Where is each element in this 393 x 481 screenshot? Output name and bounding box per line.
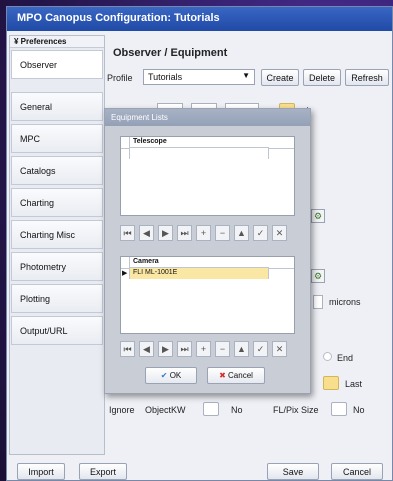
insert-record-icon[interactable]: +	[196, 341, 211, 357]
preferences-sidebar: ¥ Preferences Observer General MPC Catal…	[9, 35, 105, 455]
equipment-lists-dialog: Equipment Lists Telescope ⏮ ◀ ▶ ⏭ + − ▲ …	[104, 108, 311, 394]
next-record-icon[interactable]: ▶	[158, 225, 173, 241]
camera-navigator: ⏮ ◀ ▶ ⏭ + − ▲ ✓ ✕	[120, 341, 295, 358]
create-button[interactable]: Create	[261, 69, 299, 86]
microns-label: microns	[329, 297, 361, 307]
flpix-toggle[interactable]	[331, 402, 347, 416]
cancel-record-icon[interactable]: ✕	[272, 225, 287, 241]
current-row-arrow-icon: ▶	[122, 270, 128, 277]
prior-record-icon[interactable]: ◀	[139, 225, 154, 241]
prior-record-icon[interactable]: ◀	[139, 341, 154, 357]
sidebar-item-charting[interactable]: Charting	[11, 188, 103, 217]
objectkw-no-label: No	[231, 405, 243, 415]
ok-label: OK	[169, 371, 182, 380]
end-label: End	[337, 353, 354, 363]
first-record-icon[interactable]: ⏮	[120, 341, 135, 357]
cancel-button[interactable]: Cancel	[331, 463, 383, 480]
cancel-record-icon[interactable]: ✕	[272, 341, 287, 357]
refresh-button[interactable]: Refresh	[345, 69, 389, 86]
next-record-icon[interactable]: ▶	[158, 341, 173, 357]
sidebar-item-output-url[interactable]: Output/URL	[11, 316, 103, 345]
last-record-icon[interactable]: ⏭	[177, 225, 192, 241]
close-icon: ✖	[219, 371, 229, 380]
sidebar-item-photometry[interactable]: Photometry	[11, 252, 103, 281]
delete-button[interactable]: Delete	[303, 69, 341, 86]
dialog-ok-button[interactable]: ✔ OK	[145, 367, 197, 384]
sidebar-header: ¥ Preferences	[10, 36, 104, 48]
edit-telescope-icon[interactable]: ⚙	[311, 209, 325, 223]
sidebar-item-general[interactable]: General	[11, 92, 103, 121]
edit-record-icon[interactable]: ▲	[234, 225, 249, 241]
footer-bar: Import Export Save Cancel	[9, 463, 392, 480]
sidebar-item-mpc[interactable]: MPC	[11, 124, 103, 153]
profile-label: Profile	[107, 73, 133, 83]
delete-record-icon[interactable]: −	[215, 341, 230, 357]
dialog-title: Equipment Lists	[105, 109, 310, 126]
import-button[interactable]: Import	[17, 463, 65, 480]
edit-record-icon[interactable]: ▲	[234, 341, 249, 357]
insert-record-icon[interactable]: +	[196, 225, 211, 241]
telescope-column-header: Telescope	[129, 137, 269, 148]
post-record-icon[interactable]: ✓	[253, 341, 268, 357]
telescope-empty-row[interactable]	[129, 148, 269, 159]
chevron-down-icon: ▼	[242, 71, 250, 80]
sidebar-item-catalogs[interactable]: Catalogs	[11, 156, 103, 185]
edit-camera-icon[interactable]: ⚙	[311, 269, 325, 283]
collapse-icon[interactable]: ¥	[14, 37, 21, 46]
window-title: MPO Canopus Configuration: Tutorials	[7, 7, 392, 31]
post-record-icon[interactable]: ✓	[253, 225, 268, 241]
sidebar-item-observer[interactable]: Observer	[11, 50, 103, 79]
sidebar-item-charting-misc[interactable]: Charting Misc	[11, 220, 103, 249]
page-title: Observer / Equipment	[113, 47, 228, 59]
dialog-cancel-button[interactable]: ✖ Cancel	[207, 367, 265, 384]
flpix-label: FL/Pix Size	[273, 405, 319, 415]
telescope-grid[interactable]: Telescope	[120, 136, 295, 216]
telescope-navigator: ⏮ ◀ ▶ ⏭ + − ▲ ✓ ✕	[120, 225, 295, 242]
sidebar-header-label: Preferences	[20, 37, 67, 46]
ignore-label: Ignore	[109, 405, 135, 415]
camera-column-header: Camera	[129, 257, 269, 268]
profile-select[interactable]: Tutorials ▼	[143, 69, 255, 85]
camera-grid[interactable]: Camera ▶ FLI ML-1001E	[120, 256, 295, 334]
end-radio[interactable]	[323, 352, 332, 361]
last-record-icon[interactable]: ⏭	[177, 341, 192, 357]
objectkw-toggle[interactable]	[203, 402, 219, 416]
camera-row[interactable]: FLI ML-1001E	[129, 268, 269, 279]
pixel-size-input[interactable]	[313, 295, 323, 309]
checkmark-icon: ✔	[160, 371, 170, 380]
save-button[interactable]: Save	[267, 463, 319, 480]
profile-value: Tutorials	[148, 72, 183, 82]
objectkw-label: ObjectKW	[145, 405, 186, 415]
cancel-label: Cancel	[228, 371, 253, 380]
first-record-icon[interactable]: ⏮	[120, 225, 135, 241]
last-label: Last	[345, 379, 363, 389]
delete-record-icon[interactable]: −	[215, 225, 230, 241]
last-toggle[interactable]	[323, 376, 339, 390]
sidebar-item-plotting[interactable]: Plotting	[11, 284, 103, 313]
export-button[interactable]: Export	[79, 463, 127, 480]
flpix-no-label: No	[353, 405, 365, 415]
